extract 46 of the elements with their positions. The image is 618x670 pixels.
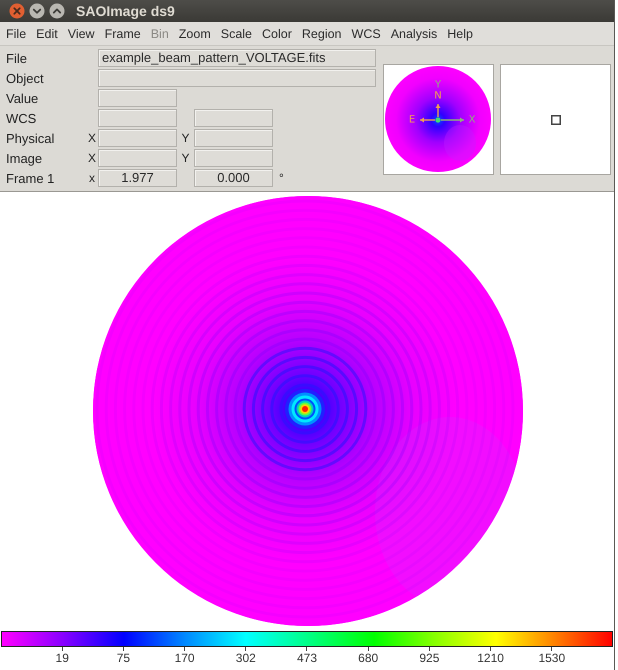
menu-item[interactable]: Scale: [216, 26, 258, 40]
axis-label: Y: [181, 151, 190, 165]
compass-label: N: [434, 90, 442, 102]
colorbar-tick-label: 680: [358, 647, 378, 665]
value-field: example_beam_pattern_VOLTAGE.fits: [98, 49, 376, 67]
menu-item[interactable]: Analysis: [386, 26, 442, 40]
maximize-icon[interactable]: [49, 3, 65, 19]
colorbar-tick-label: 75: [116, 647, 130, 665]
menu-item[interactable]: Frame: [100, 26, 146, 40]
menu-item[interactable]: File: [1, 26, 32, 40]
colorbar-tick-label: 1530: [538, 647, 566, 665]
minimize-icon[interactable]: [29, 3, 45, 19]
menu-item[interactable]: WCS: [346, 26, 386, 40]
axis-label: X: [88, 131, 96, 145]
beam-pattern-drawing[interactable]: [93, 196, 523, 626]
menu-item[interactable]: Edit: [31, 26, 63, 40]
axis-label: x: [89, 171, 95, 185]
menu-item[interactable]: Zoom: [174, 26, 216, 40]
menu-item[interactable]: Region: [296, 26, 347, 40]
menu-item[interactable]: Color: [257, 26, 297, 40]
field-label: Object: [6, 70, 44, 86]
value-field: 1.977: [98, 169, 177, 187]
compass-label: Y: [434, 80, 442, 90]
colorbar-tick-label: 302: [236, 647, 256, 665]
colorbar-tick-label: 473: [296, 647, 317, 665]
compass-label: E: [408, 114, 416, 126]
menu-item[interactable]: View: [62, 26, 100, 40]
compass-label: X: [468, 114, 476, 126]
field-label: File: [6, 50, 27, 66]
square-cursor-icon: [550, 114, 560, 124]
close-icon[interactable]: [9, 3, 25, 19]
axis-label: X: [88, 151, 96, 165]
value-field: 0.000: [194, 169, 273, 187]
colorbar-tick-label: 1210: [477, 647, 504, 665]
field-label: Frame 1: [6, 170, 54, 186]
field-label: Physical: [6, 130, 54, 146]
axis-label: Y: [181, 131, 190, 145]
colorbar-tick-label: 170: [174, 647, 195, 665]
colorbar-tick-label: 925: [419, 647, 440, 665]
menu-item[interactable]: Help: [442, 26, 478, 40]
field-label: WCS: [6, 110, 36, 126]
field-label: Value: [6, 90, 38, 106]
field-label: Image: [6, 150, 42, 166]
window-title: SAOImage ds9: [76, 3, 175, 19]
unit-label: °: [279, 171, 284, 185]
colorbar-tick-label: 19: [56, 647, 69, 665]
